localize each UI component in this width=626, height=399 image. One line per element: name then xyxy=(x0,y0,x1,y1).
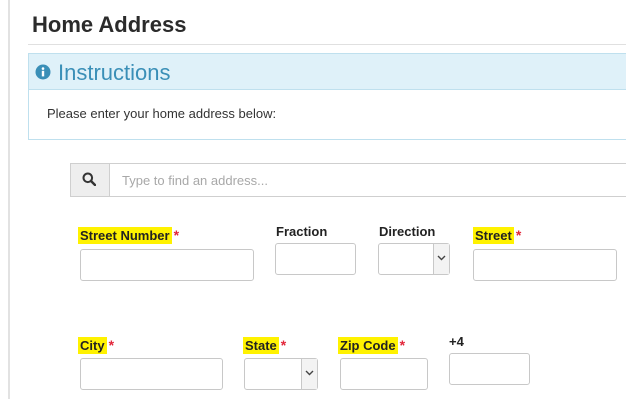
instructions-heading: Instructions xyxy=(58,60,171,85)
instructions-text: Please enter your home address below: xyxy=(47,106,277,121)
street-input[interactable] xyxy=(473,249,617,281)
plus-four-input[interactable] xyxy=(449,353,530,385)
required-marker: * xyxy=(108,337,115,353)
address-search-input[interactable] xyxy=(110,164,620,196)
instructions-panel: Instructions Please enter your home addr… xyxy=(28,53,626,140)
city-input[interactable] xyxy=(80,358,223,390)
direction-select[interactable] xyxy=(378,243,450,275)
direction-select-arrow[interactable] xyxy=(433,244,449,274)
required-marker: * xyxy=(399,337,406,353)
required-marker: * xyxy=(280,337,287,353)
info-circle-icon xyxy=(35,64,51,80)
search-addon xyxy=(71,164,110,196)
page-title: Home Address xyxy=(32,12,187,37)
street-label: Street * xyxy=(473,227,522,244)
direction-label: Direction xyxy=(379,224,436,239)
required-marker: * xyxy=(173,227,180,243)
zip-code-label: Zip Code * xyxy=(338,337,406,354)
chevron-down-icon xyxy=(437,255,446,261)
street-number-input[interactable] xyxy=(80,249,254,281)
search-icon xyxy=(82,172,96,186)
plus-four-label: +4 xyxy=(449,334,464,349)
city-label-text: City xyxy=(78,337,107,354)
instructions-panel-header: Instructions xyxy=(29,54,626,90)
state-select-arrow[interactable] xyxy=(301,359,317,389)
zip-code-label-text: Zip Code xyxy=(338,337,398,354)
chevron-down-icon xyxy=(305,370,314,376)
street-label-text: Street xyxy=(473,227,514,244)
fraction-label: Fraction xyxy=(276,224,328,239)
city-label: City * xyxy=(78,337,115,354)
state-select[interactable] xyxy=(244,358,318,390)
title-divider xyxy=(28,44,626,45)
fraction-input[interactable] xyxy=(275,243,356,275)
street-number-label: Street Number * xyxy=(78,227,180,244)
zip-code-input[interactable] xyxy=(340,358,428,390)
page-frame-border xyxy=(8,0,10,399)
state-label: State * xyxy=(243,337,287,354)
required-marker: * xyxy=(515,227,522,243)
address-search-group xyxy=(70,163,626,197)
street-number-label-text: Street Number xyxy=(78,227,172,244)
state-label-text: State xyxy=(243,337,279,354)
